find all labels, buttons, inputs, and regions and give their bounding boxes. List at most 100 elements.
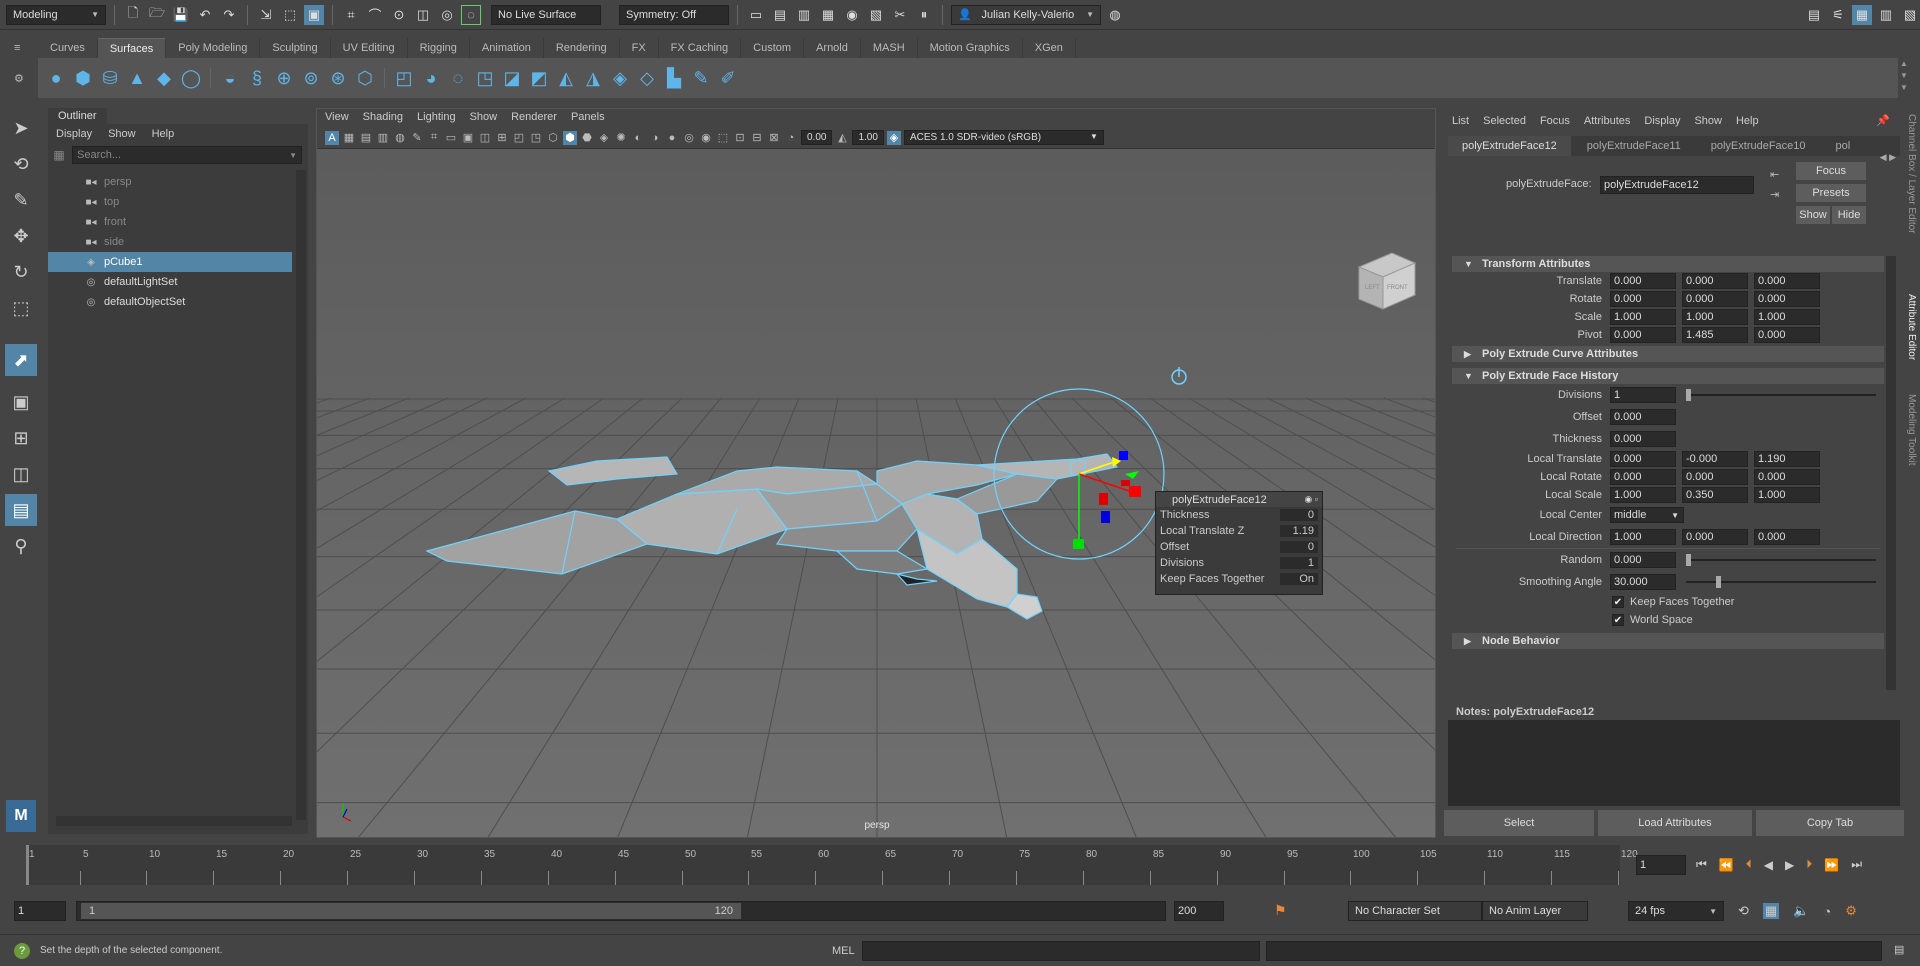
- range-start-field[interactable]: 1: [14, 901, 66, 921]
- ae-menu-display[interactable]: Display: [1644, 115, 1680, 127]
- attribute-editor-scrollbar[interactable]: [1886, 256, 1896, 690]
- modeling-toolkit-tab[interactable]: Modeling Toolkit: [1906, 394, 1917, 494]
- symmetry-menu[interactable]: Symmetry: Off: [619, 4, 729, 25]
- ae-tab-polyextrudeface10[interactable]: polyExtrudeFace10: [1697, 136, 1820, 156]
- outliner-menu-display[interactable]: Display: [56, 128, 92, 140]
- extrude-icon[interactable]: ⊚: [299, 66, 323, 90]
- user-account-menu[interactable]: 👤 Julian Kelly-Valerio ▼: [951, 4, 1101, 25]
- divisions-slider[interactable]: [1686, 389, 1876, 401]
- shelf-tab-rigging[interactable]: Rigging: [408, 38, 470, 58]
- ae-tab-polyextrudeface12[interactable]: polyExtrudeFace12: [1448, 136, 1571, 156]
- last-tool-icon[interactable]: ⬈: [5, 344, 37, 376]
- local-scale-z-field[interactable]: 1.000: [1754, 487, 1820, 503]
- depth-of-field-icon[interactable]: ◉: [699, 131, 713, 145]
- filter-icon[interactable]: ▦: [50, 148, 68, 162]
- shelf-tab-mash[interactable]: MASH: [861, 38, 918, 58]
- textured-icon[interactable]: ◈: [597, 131, 611, 145]
- preferences-icon[interactable]: ⚙: [1845, 903, 1857, 919]
- current-frame-field[interactable]: 1: [1636, 855, 1686, 875]
- redo-icon[interactable]: ↷: [219, 5, 239, 25]
- gamma-field[interactable]: 1.00: [852, 130, 884, 145]
- ae-menu-show[interactable]: Show: [1694, 115, 1722, 127]
- outliner-item-side[interactable]: ■◂ side: [48, 232, 292, 252]
- ae-tab-polyextrudeface11[interactable]: polyExtrudeFace11: [1573, 136, 1695, 156]
- hud-value[interactable]: 0: [1280, 541, 1318, 553]
- open-close-surface-icon[interactable]: ◭: [554, 66, 578, 90]
- shelf-tab-motion-graphics[interactable]: Motion Graphics: [918, 38, 1023, 58]
- xray-components-icon[interactable]: ⊠: [767, 131, 781, 145]
- two-d-pan-icon[interactable]: ◍: [393, 131, 407, 145]
- shelf-tab-arnold[interactable]: Arnold: [804, 38, 861, 58]
- search-input[interactable]: Search... ▼: [72, 146, 302, 164]
- color-management-icon[interactable]: ◈: [886, 130, 901, 145]
- outliner-item-persp[interactable]: ■◂ persp: [48, 172, 292, 192]
- safe-title-icon[interactable]: ◳: [529, 131, 543, 145]
- planar-icon[interactable]: ⊕: [272, 66, 296, 90]
- hud-row-divisions[interactable]: Divisions 1: [1156, 555, 1322, 571]
- untrim-icon[interactable]: ▙: [662, 66, 686, 90]
- local-direction-z-field[interactable]: 0.000: [1754, 529, 1820, 545]
- lasso-tool-icon[interactable]: ⟲: [5, 148, 37, 180]
- snap-point-icon[interactable]: ⊙: [389, 5, 409, 25]
- scale-y-field[interactable]: 1.000: [1682, 309, 1748, 325]
- channel-box-tab[interactable]: Channel Box / Layer Editor: [1906, 114, 1917, 284]
- render-view-icon[interactable]: ▭: [746, 5, 766, 25]
- image-plane-icon[interactable]: ▥: [376, 131, 390, 145]
- local-rotate-x-field[interactable]: 0.000: [1610, 469, 1676, 485]
- undo-icon[interactable]: ↶: [195, 5, 215, 25]
- square-surface-icon[interactable]: ◰: [392, 66, 416, 90]
- nurbs-cone-icon[interactable]: ▲: [125, 66, 149, 90]
- hud-value[interactable]: 1: [1280, 557, 1318, 569]
- ae-menu-attributes[interactable]: Attributes: [1584, 115, 1630, 127]
- viewport-panel[interactable]: View Shading Lighting Show Renderer Panels A …: [316, 108, 1436, 838]
- random-field[interactable]: 0.000: [1610, 552, 1676, 568]
- insert-isoparm-icon[interactable]: ◌: [446, 66, 470, 90]
- xray-icon[interactable]: ⊡: [733, 131, 747, 145]
- resolution-gate-icon[interactable]: ▣: [461, 131, 475, 145]
- shelf-tab-animation[interactable]: Animation: [470, 38, 544, 58]
- play-forwards-icon[interactable]: ▶: [1785, 858, 1794, 872]
- select-tool-icon[interactable]: ➤: [5, 112, 37, 144]
- workspace-menu[interactable]: Modeling ▼: [6, 4, 106, 25]
- revolve-icon[interactable]: ◒: [218, 66, 242, 90]
- auto-key-icon[interactable]: ⚑: [1274, 902, 1287, 919]
- step-back-frame-icon[interactable]: ⏪: [1719, 858, 1734, 872]
- input-connections-icon[interactable]: ⇤: [1770, 168, 1779, 181]
- hud-close-icon[interactable]: ◉ ▫: [1304, 494, 1318, 505]
- viewport-menu-panels[interactable]: Panels: [571, 111, 605, 125]
- outliner-hscrollbar[interactable]: [56, 816, 292, 826]
- screen-space-ao-icon[interactable]: ◑: [648, 131, 662, 145]
- live-surface-field[interactable]: No Live Surface: [491, 4, 601, 25]
- smoothing-angle-slider[interactable]: [1686, 576, 1876, 588]
- mel-label[interactable]: MEL: [832, 945, 855, 957]
- local-translate-y-field[interactable]: -0.000: [1682, 451, 1748, 467]
- section-poly-extrude-curve[interactable]: ▶ Poly Extrude Curve Attributes: [1452, 346, 1884, 362]
- wireframe-icon[interactable]: ⬡: [546, 131, 560, 145]
- help-globe-icon[interactable]: ◍: [1105, 5, 1125, 25]
- ae-tab-pol[interactable]: pol: [1822, 136, 1865, 156]
- rotate-tool-icon[interactable]: ↻: [5, 256, 37, 288]
- hud-value[interactable]: 0: [1280, 509, 1318, 521]
- shelf-settings-icon[interactable]: ⚙: [14, 72, 24, 85]
- range-end-field[interactable]: 200: [1174, 901, 1224, 921]
- smooth-shade-icon[interactable]: ⬢: [563, 130, 577, 145]
- viewport-menu-shading[interactable]: Shading: [363, 111, 403, 125]
- ae-menu-selected[interactable]: Selected: [1483, 115, 1526, 127]
- scale-tool-icon[interactable]: ⬚: [5, 292, 37, 324]
- pause-icon[interactable]: ⏸: [914, 5, 934, 25]
- section-poly-extrude-face-history[interactable]: ▼ Poly Extrude Face History: [1452, 368, 1884, 384]
- select-component-icon[interactable]: ▣: [304, 4, 324, 25]
- rotate-x-field[interactable]: 0.000: [1610, 291, 1676, 307]
- four-view-layout-icon[interactable]: ⊞: [5, 422, 37, 454]
- pivot-x-field[interactable]: 0.000: [1610, 327, 1676, 343]
- nurbs-plane-icon[interactable]: ◆: [152, 66, 176, 90]
- outliner-item-front[interactable]: ■◂ front: [48, 212, 292, 232]
- copy-tab-button[interactable]: Copy Tab: [1756, 810, 1904, 836]
- local-translate-z-field[interactable]: 1.190: [1754, 451, 1820, 467]
- rotate-y-field[interactable]: 0.000: [1682, 291, 1748, 307]
- xray-joints-icon[interactable]: ⊟: [750, 131, 764, 145]
- gate-mask-icon[interactable]: ◫: [478, 131, 492, 145]
- thickness-field[interactable]: 0.000: [1610, 431, 1676, 447]
- pivot-z-field[interactable]: 0.000: [1754, 327, 1820, 343]
- detach-surface-icon[interactable]: ◪: [500, 66, 524, 90]
